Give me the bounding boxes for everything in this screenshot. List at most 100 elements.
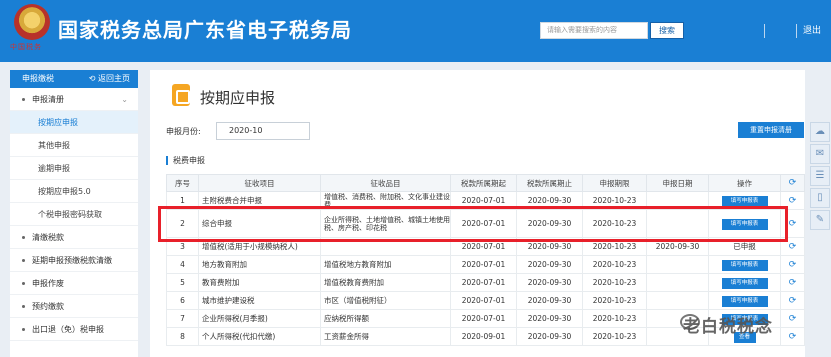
sidebar-item-label: 申报清册 xyxy=(32,95,64,104)
bullet-icon xyxy=(22,328,25,331)
fill-form-button[interactable]: 填写申报表 xyxy=(721,195,768,207)
row-deadline: 2020-10-23 xyxy=(582,273,647,292)
refresh-icon[interactable]: ⟳ xyxy=(780,174,805,192)
refresh-icon[interactable]: ⟳ xyxy=(780,291,805,310)
sidebar-subitem-periodic[interactable]: 按期应申报 xyxy=(10,111,138,134)
row-date xyxy=(646,291,709,310)
col-header: 税款所属期止 xyxy=(516,174,583,192)
mobile-icon[interactable]: ▯ xyxy=(810,188,830,208)
page-title: 按期应申报 xyxy=(200,89,276,107)
refresh-icon[interactable]: ⟳ xyxy=(780,273,805,292)
highlight-box xyxy=(158,206,788,242)
row-end: 2020-09-30 xyxy=(516,309,583,328)
row-item: 城市维护建设税 xyxy=(198,291,321,310)
bullet-icon xyxy=(22,236,25,239)
row-end: 2020-09-30 xyxy=(516,327,583,346)
row-op: 填写申报表 xyxy=(708,273,781,292)
reset-list-button[interactable]: 重置申报清册 xyxy=(738,122,804,138)
sidebar-subitem-password[interactable]: 个税申报密码获取 xyxy=(10,203,138,226)
col-header: 征收品目 xyxy=(320,174,451,192)
row-deadline: 2020-10-23 xyxy=(582,309,647,328)
sidebar-subitem-periodic-5[interactable]: 按期应申报5.0 xyxy=(10,180,138,203)
period-input[interactable]: 2020-10 xyxy=(216,122,310,140)
row-start: 2020-07-01 xyxy=(450,309,517,328)
exit-link[interactable]: 退出 xyxy=(803,24,821,38)
col-header: 税款所属期起 xyxy=(450,174,517,192)
col-header: 征收项目 xyxy=(198,174,321,192)
row-item: 教育费附加 xyxy=(198,273,321,292)
search-input[interactable]: 请输入需要搜索的内容 xyxy=(540,22,648,39)
row-number: 6 xyxy=(166,291,199,310)
row-start: 2020-07-01 xyxy=(450,255,517,274)
row-sub-item: 增值税地方教育附加 xyxy=(320,255,451,274)
sidebar-item-void[interactable]: 申报作废 xyxy=(10,272,138,295)
bullet-icon xyxy=(22,98,25,101)
sidebar-item-deferred[interactable]: 延期申报预缴税款清缴 xyxy=(10,249,138,272)
row-end: 2020-09-30 xyxy=(516,291,583,310)
row-item: 个人所得税(代扣代缴) xyxy=(198,327,321,346)
back-home-link[interactable]: ⟲ 返回主页 xyxy=(89,70,130,88)
period-label: 申报月份: xyxy=(166,127,201,136)
edit-icon[interactable]: ✎ xyxy=(810,210,830,230)
row-op: 填写申报表 xyxy=(708,291,781,310)
header-divider xyxy=(796,24,797,38)
col-header: 序号 xyxy=(166,174,199,192)
row-date xyxy=(646,273,709,292)
header-divider xyxy=(764,24,765,38)
fill-form-button[interactable]: 填写申报表 xyxy=(721,277,768,289)
section-title: 税费申报 xyxy=(166,156,205,165)
row-deadline: 2020-10-23 xyxy=(582,327,647,346)
row-start: 2020-09-01 xyxy=(450,327,517,346)
logo-text: 中国税务 xyxy=(10,43,42,51)
sidebar-item-label: 出口退（免）税申报 xyxy=(32,325,104,334)
refresh-icon[interactable]: ⟳ xyxy=(780,255,805,274)
floating-toolbar: ☁ ✉ ☰ ▯ ✎ xyxy=(810,122,831,250)
message-icon[interactable]: ✉ xyxy=(810,144,830,164)
row-sub-item: 市区（增值税附征） xyxy=(320,291,451,310)
row-end: 2020-09-30 xyxy=(516,255,583,274)
site-header: 中国税务 国家税务总局广东省电子税务局 请输入需要搜索的内容 搜索 退出 xyxy=(0,0,831,62)
fill-form-button[interactable]: 填写申报表 xyxy=(721,259,768,271)
sidebar: 申报缴税 ⟲ 返回主页 申报清册 ⌄ 按期应申报 其他申报 逾期申报 按期应申报5… xyxy=(10,70,138,357)
row-item: 企业所得税(月季报) xyxy=(198,309,321,328)
row-deadline: 2020-10-23 xyxy=(582,291,647,310)
sidebar-subitem-other[interactable]: 其他申报 xyxy=(10,134,138,157)
bullet-icon xyxy=(22,259,25,262)
calendar-icon xyxy=(172,84,190,106)
row-deadline: 2020-10-23 xyxy=(582,255,647,274)
list-icon[interactable]: ☰ xyxy=(810,166,830,186)
row-number: 7 xyxy=(166,309,199,328)
row-sub-item: 工资薪金所得 xyxy=(320,327,451,346)
row-number: 4 xyxy=(166,255,199,274)
table-header-row: 序号 征收项目 征收品目 税款所属期起 税款所属期止 申报期限 申报日期 操作 … xyxy=(166,174,805,192)
search-button[interactable]: 搜索 xyxy=(650,22,684,39)
chevron-down-icon: ⌄ xyxy=(121,95,128,104)
row-op: 填写申报表 xyxy=(708,255,781,274)
sidebar-item-label: 申报作废 xyxy=(32,279,64,288)
row-start: 2020-07-01 xyxy=(450,291,517,310)
bullet-icon xyxy=(22,305,25,308)
sidebar-item-label: 延期申报预缴税款清缴 xyxy=(32,256,112,265)
sidebar-item-label: 清缴税款 xyxy=(32,233,64,242)
fill-form-button[interactable]: 填写申报表 xyxy=(721,295,768,307)
chat-icon[interactable]: ☁ xyxy=(810,122,830,142)
sidebar-item-clear-tax[interactable]: 清缴税款 xyxy=(10,226,138,249)
col-header: 申报日期 xyxy=(646,174,709,192)
row-number: 5 xyxy=(166,273,199,292)
sidebar-item-appointment[interactable]: 预约缴款 xyxy=(10,295,138,318)
col-header: 申报期限 xyxy=(582,174,647,192)
col-header: 操作 xyxy=(708,174,781,192)
sidebar-title: 申报缴税 xyxy=(22,74,54,83)
sidebar-item-export-refund[interactable]: 出口退（免）税申报 xyxy=(10,318,138,341)
sidebar-item-label: 预约缴款 xyxy=(32,302,64,311)
refresh-icon[interactable]: ⟳ xyxy=(780,309,805,328)
row-number: 8 xyxy=(166,327,199,346)
sidebar-subitem-overdue[interactable]: 逾期申报 xyxy=(10,157,138,180)
row-end: 2020-09-30 xyxy=(516,273,583,292)
row-sub-item: 增值税教育费附加 xyxy=(320,273,451,292)
refresh-icon[interactable]: ⟳ xyxy=(780,327,805,346)
sidebar-header: 申报缴税 ⟲ 返回主页 xyxy=(10,70,138,88)
row-sub-item: 应纳税所得额 xyxy=(320,309,451,328)
back-home-label: 返回主页 xyxy=(98,74,130,83)
sidebar-item-declaration-list[interactable]: 申报清册 ⌄ xyxy=(10,88,138,111)
